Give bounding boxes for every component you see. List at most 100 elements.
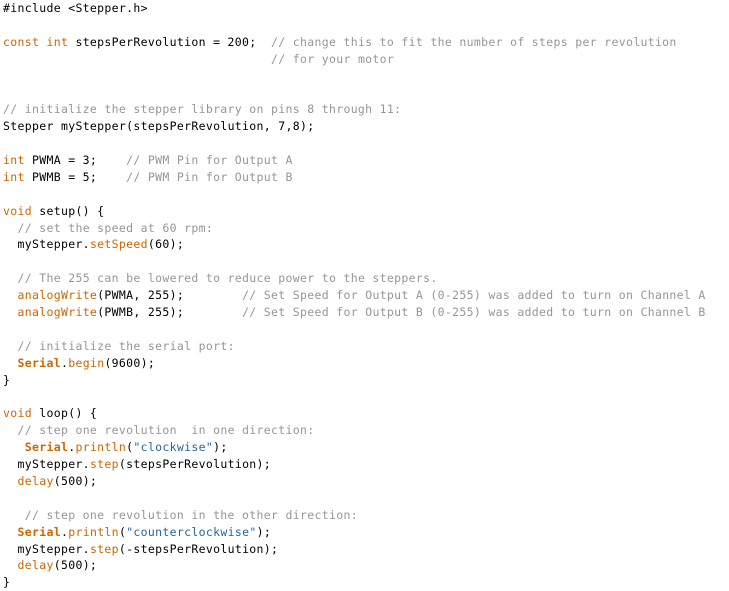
- code-line: Stepper myStepper(stepsPerRevolution, 7,…: [0, 118, 729, 135]
- code-token-function: setup: [39, 203, 76, 218]
- code-token-plain: (60);: [147, 237, 185, 252]
- code-line: Serial.begin(9600);: [0, 355, 729, 372]
- code-token-plain: );: [256, 524, 272, 539]
- code-line: myStepper.step(-stepsPerRevolution);: [0, 541, 729, 558]
- code-line: delay(500);: [0, 557, 729, 574]
- code-token-keyword: int: [3, 153, 25, 168]
- code-token-method: analogWrite: [17, 305, 98, 320]
- code-token-plain: () {: [68, 406, 98, 421]
- code-line: void setup() {: [0, 203, 729, 220]
- code-token-comment: // initialize the stepper library on pin…: [3, 102, 402, 117]
- code-token-plain: myStepper.: [3, 541, 90, 556]
- code-token-plain: (PWMA, 255);: [97, 288, 243, 303]
- code-token-method: begin: [68, 355, 105, 370]
- code-token-comment: // step one revolution in the other dire…: [24, 507, 358, 522]
- code-line: // set the speed at 60 rpm:: [0, 220, 729, 237]
- code-line: myStepper.step(stepsPerRevolution);: [0, 456, 729, 473]
- code-line: // initialize the stepper library on pin…: [0, 101, 729, 118]
- code-token-plain: () {: [75, 203, 105, 218]
- code-token-plain: (stepsPerRevolution);: [118, 457, 272, 472]
- code-token-plain: myStepper.: [3, 457, 90, 472]
- code-token-keyword: const int: [3, 34, 69, 49]
- code-token-plain: (PWMB, 255);: [97, 305, 243, 320]
- code-token-plain: }: [3, 575, 11, 590]
- code-line: void loop() {: [0, 405, 729, 422]
- code-token-method: setSpeed: [89, 237, 148, 252]
- code-token-keyword: int: [3, 169, 25, 184]
- code-line: }: [0, 372, 729, 389]
- code-token-comment: // for your motor: [271, 51, 395, 66]
- code-token-method: step: [89, 457, 119, 472]
- code-line: analogWrite(PWMB, 255); // Set Speed for…: [0, 304, 729, 321]
- code-token-comment: // PWM Pin for Output B: [126, 169, 293, 184]
- code-listing[interactable]: #include <Stepper.h> const int stepsPerR…: [0, 0, 729, 589]
- code-token-plain: .h>: [126, 1, 148, 15]
- code-line: analogWrite(PWMA, 255); // Set Speed for…: [0, 287, 729, 304]
- code-line: Serial.println("clockwise");: [0, 439, 729, 456]
- code-line: // step one revolution in one direction:: [0, 422, 729, 439]
- code-token-method: analogWrite: [17, 288, 98, 303]
- code-token-libbold: Serial: [17, 524, 61, 539]
- code-token-method: println: [68, 524, 119, 539]
- code-token-plain: PWMB = 5;: [24, 169, 127, 184]
- code-line: // step one revolution in the other dire…: [0, 507, 729, 524]
- code-token-libbold: Serial: [24, 440, 69, 455]
- code-token-plain: (500);: [53, 473, 98, 488]
- code-line: delay(500);: [0, 473, 729, 490]
- code-token-string: "clockwise": [133, 440, 214, 455]
- code-token-comment: // initialize the serial port:: [17, 338, 235, 353]
- code-token-comment: // step one revolution in one direction:: [17, 423, 315, 438]
- code-token-comment: // PWM Pin for Output A: [126, 153, 293, 168]
- code-line: int PWMA = 3; // PWM Pin for Output A: [0, 152, 729, 169]
- code-token-method: delay: [17, 473, 54, 488]
- code-line: Serial.println("counterclockwise");: [0, 524, 729, 541]
- code-token-method: step: [89, 541, 119, 556]
- code-line: // initialize the serial port:: [0, 338, 729, 355]
- code-token-library: Stepper: [3, 119, 54, 134]
- code-token-comment: // set the speed at 60 rpm:: [17, 220, 214, 235]
- code-token-comment: // Set Speed for Output A (0-255) was ad…: [242, 288, 706, 303]
- code-token-comment: // The 255 can be lowered to reduce powe…: [17, 271, 438, 286]
- code-token-plain: (-stepsPerRevolution);: [118, 541, 279, 556]
- code-token-function: loop: [39, 406, 69, 421]
- code-token-plain: myStepper(stepsPerRevolution, 7,8);: [53, 119, 315, 134]
- code-token-plain: PWMA = 3;: [24, 153, 127, 168]
- code-line: myStepper.setSpeed(60);: [0, 236, 729, 253]
- code-line: const int stepsPerRevolution = 200; // c…: [0, 34, 729, 51]
- code-line: #include <Stepper.h>: [0, 0, 729, 17]
- code-token-plain: stepsPerRevolution = 200;: [68, 34, 272, 49]
- code-line: int PWMB = 5; // PWM Pin for Output B: [0, 169, 729, 186]
- code-token-plain: (500);: [53, 558, 98, 573]
- code-token-plain: myStepper.: [3, 237, 90, 252]
- code-token-comment: // Set Speed for Output B (0-255) was ad…: [242, 305, 706, 320]
- code-token-comment: // change this to fit the number of step…: [271, 34, 677, 49]
- code-token-libbold: Serial: [17, 355, 61, 370]
- code-token-plain: }: [3, 372, 11, 387]
- code-token-method: println: [75, 440, 127, 455]
- code-token-method: delay: [17, 558, 54, 573]
- code-token-keyword: void: [3, 406, 40, 421]
- code-token-plain: );: [213, 440, 228, 455]
- code-token-plain: (9600);: [104, 355, 156, 370]
- code-token-keyword: void: [3, 203, 40, 218]
- code-line: // for your motor: [0, 51, 729, 68]
